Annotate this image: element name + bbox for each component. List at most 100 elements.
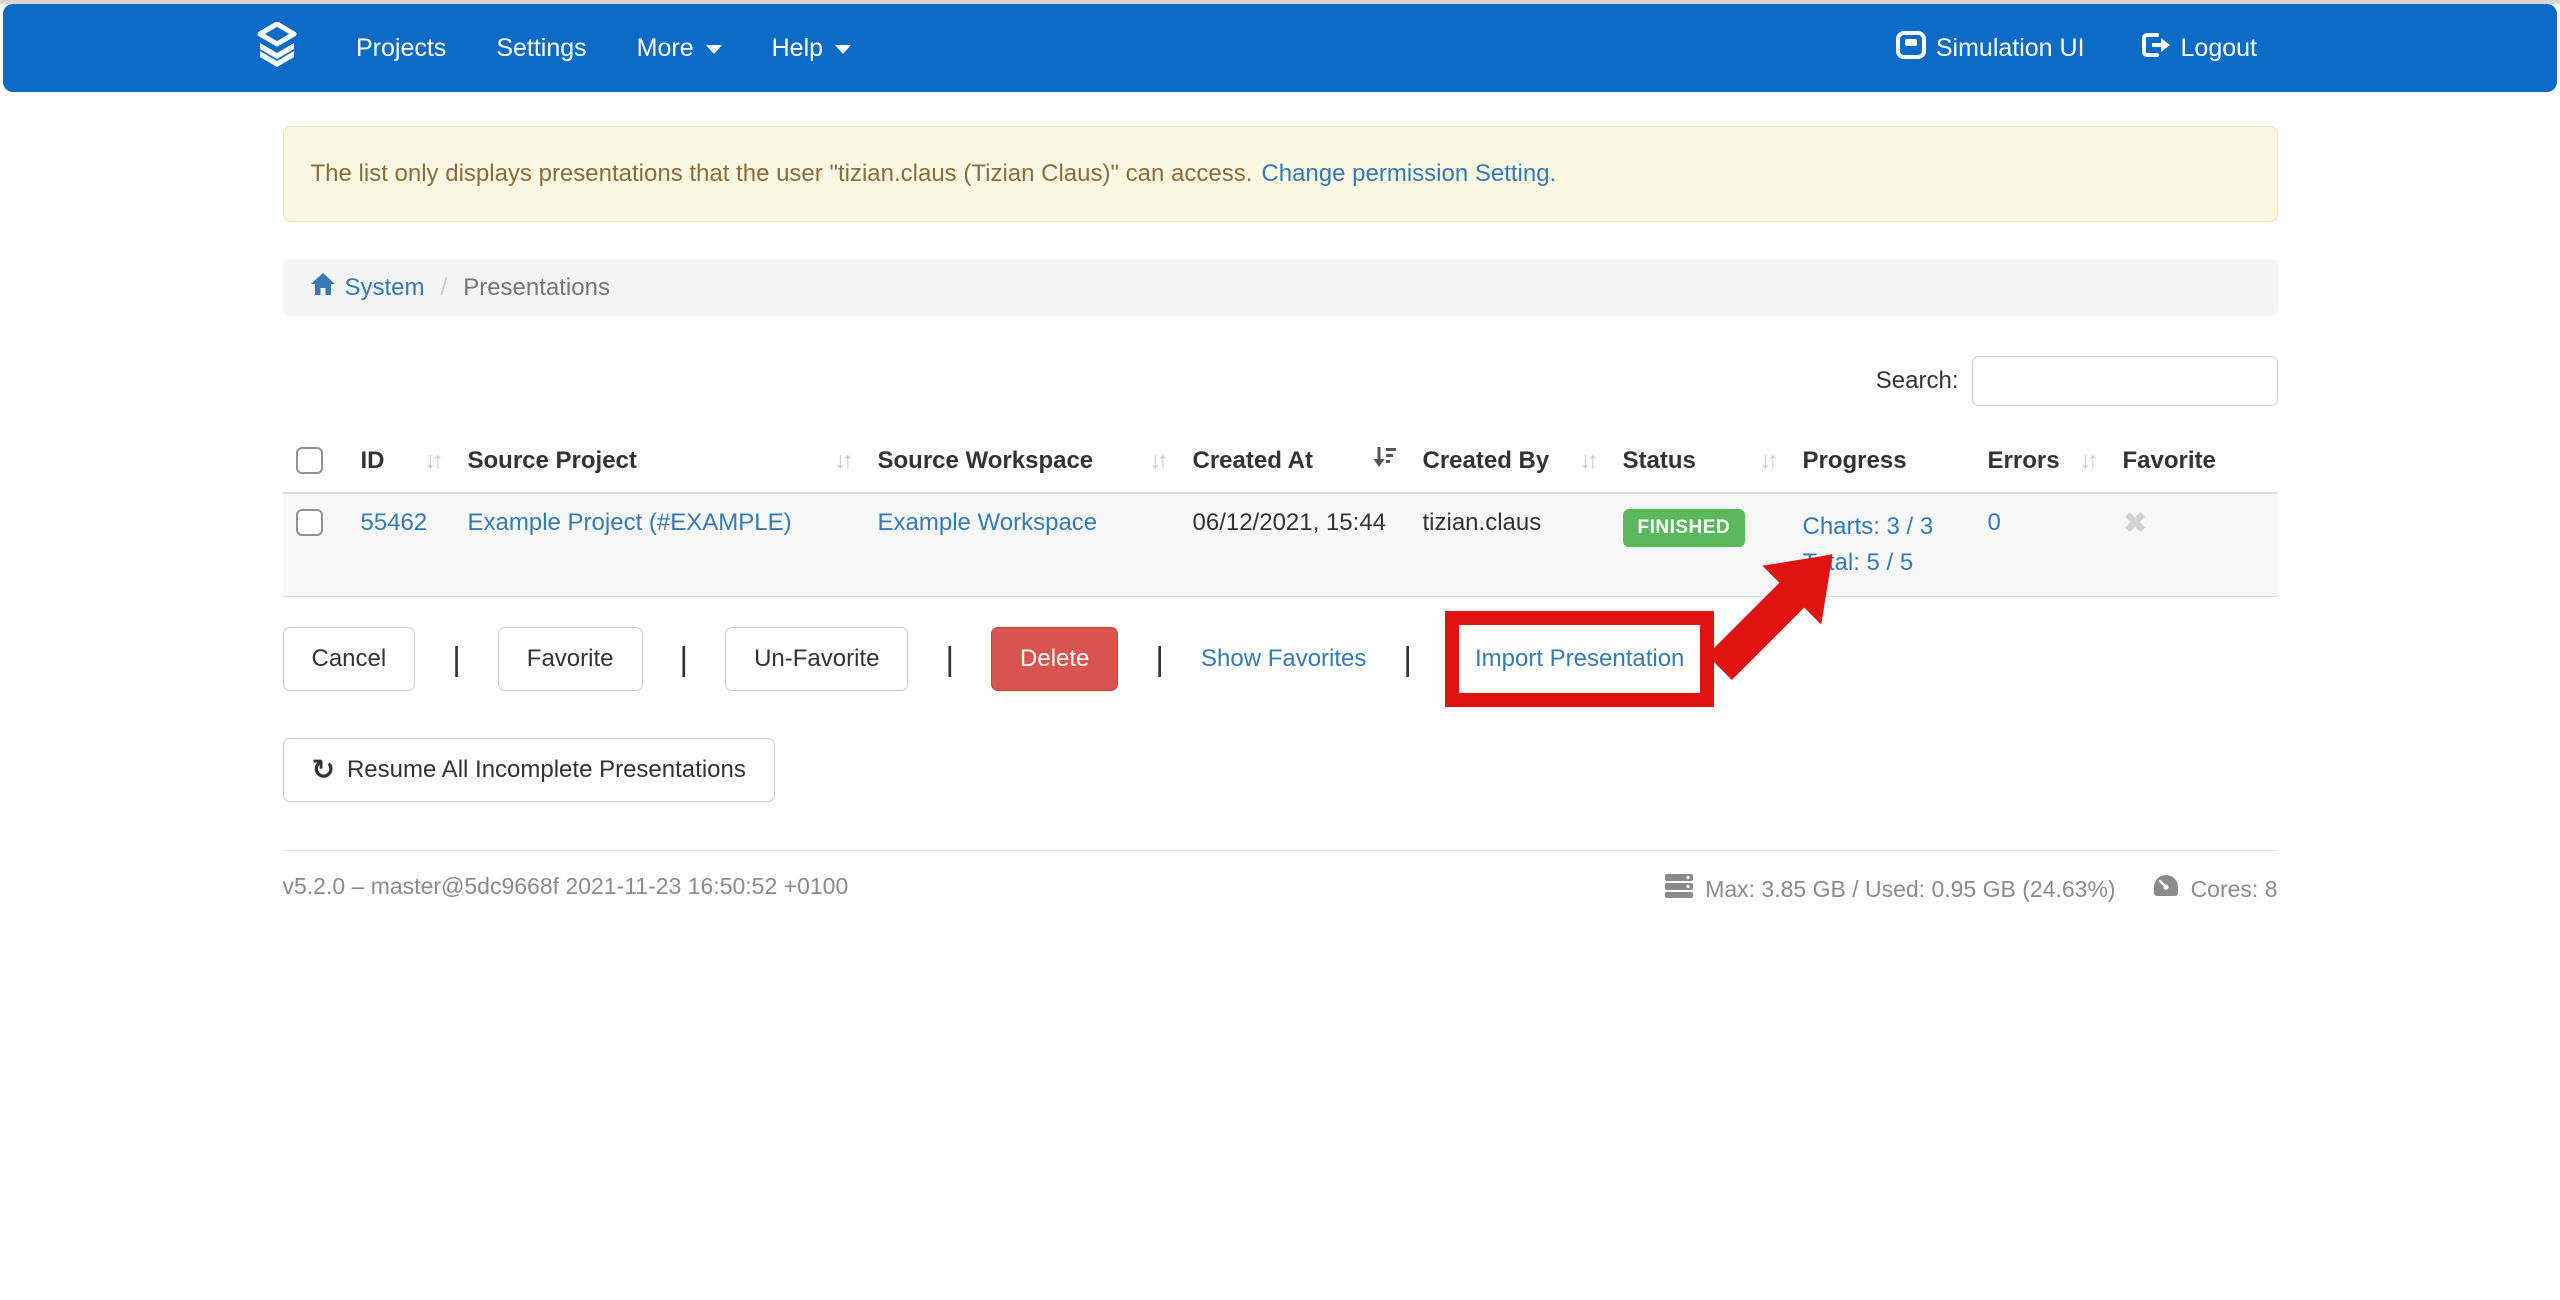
separator: | [680, 640, 689, 678]
table-row: 55462 Example Project (#EXAMPLE) Example… [283, 493, 2278, 597]
search-row: Search: [283, 356, 2278, 406]
sort-both-icon: ↓↑ [2080, 447, 2097, 474]
nav-item-projects[interactable]: Projects [331, 34, 471, 63]
column-header-errors-label: Errors [1988, 447, 2060, 475]
row-created-by-cell: tizian.claus [1410, 493, 1610, 597]
column-header-created-at[interactable]: Created At [1180, 431, 1410, 493]
created-by-value: tizian.claus [1423, 509, 1542, 536]
resume-all-label: Resume All Incomplete Presentations [347, 756, 746, 784]
permission-alert-text: The list only displays presentations tha… [311, 160, 1253, 188]
favorite-button[interactable]: Favorite [498, 627, 643, 691]
sort-both-icon: ↓↑ [835, 447, 852, 474]
column-header-id[interactable]: ID ↓↑ [348, 431, 455, 493]
column-header-id-label: ID [361, 447, 385, 475]
column-header-select-all [283, 431, 348, 493]
nav-item-projects-label: Projects [356, 34, 446, 63]
resume-all-button[interactable]: ↻ Resume All Incomplete Presentations [283, 738, 775, 802]
created-at-value: 06/12/2021, 15:44 [1193, 509, 1387, 536]
nav-item-logout[interactable]: Logout [2141, 31, 2257, 66]
version-text: v5.2.0 – master@5dc9668f 2021-11-23 16:5… [283, 873, 849, 900]
server-memory-icon [1664, 873, 1694, 905]
breadcrumb-separator: / [441, 274, 448, 302]
column-header-created-at-label: Created At [1193, 447, 1313, 475]
nav-item-simulation-ui-label: Simulation UI [1936, 34, 2085, 63]
nav-item-settings[interactable]: Settings [471, 34, 611, 63]
row-select-cell [283, 493, 348, 597]
footer: v5.2.0 – master@5dc9668f 2021-11-23 16:5… [283, 873, 2278, 945]
caret-down-icon [835, 45, 851, 54]
progress-total-link[interactable]: Total: 5 / 5 [1803, 545, 1962, 581]
caret-down-icon [706, 45, 722, 54]
nav-item-help-label: Help [772, 34, 823, 63]
app-window-icon [1896, 31, 1926, 66]
separator: | [1403, 640, 1412, 678]
column-header-created-by-label: Created By [1423, 447, 1550, 475]
nav-item-more[interactable]: More [612, 34, 747, 63]
cores-metric: Cores: 8 [2152, 873, 2278, 905]
favorite-off-icon[interactable]: ✖ [2123, 507, 2148, 540]
progress-charts-link[interactable]: Charts: 3 / 3 [1803, 509, 1962, 545]
column-header-source-workspace-label: Source Workspace [878, 447, 1094, 475]
row-source-workspace-cell: Example Workspace [865, 493, 1180, 597]
row-id-cell: 55462 [348, 493, 455, 597]
navbar-right: Simulation UI Logout [1896, 31, 2557, 66]
nav-item-help[interactable]: Help [747, 34, 876, 63]
delete-button[interactable]: Delete [991, 627, 1118, 691]
row-source-project-cell: Example Project (#EXAMPLE) [455, 493, 865, 597]
app-logo[interactable] [257, 22, 297, 75]
sort-both-icon: ↓↑ [1150, 447, 1167, 474]
permission-alert: The list only displays presentations tha… [283, 126, 2278, 222]
source-project-link[interactable]: Example Project (#EXAMPLE) [468, 509, 792, 536]
errors-count-link[interactable]: 0 [1988, 509, 2001, 536]
search-input[interactable] [1972, 356, 2278, 406]
memory-metric: Max: 3.85 GB / Used: 0.95 GB (24.63%) [1664, 873, 2115, 905]
footer-metrics: Max: 3.85 GB / Used: 0.95 GB (24.63%) Co… [1664, 873, 2277, 905]
logout-icon [2141, 31, 2171, 66]
column-header-source-project-label: Source Project [468, 447, 637, 475]
table-header-row: ID ↓↑ Source Project ↓↑ Source Workspace… [283, 431, 2278, 493]
sort-both-icon: ↓↑ [425, 447, 442, 474]
column-header-source-workspace[interactable]: Source Workspace ↓↑ [865, 431, 1180, 493]
change-permission-link[interactable]: Change permission Setting. [1261, 160, 1556, 188]
actions-toolbar: Cancel | Favorite | Un-Favorite | Delete… [283, 611, 2278, 707]
nav-item-logout-label: Logout [2181, 34, 2257, 63]
column-header-created-by[interactable]: Created By ↓↑ [1410, 431, 1610, 493]
separator: | [1155, 640, 1164, 678]
row-progress-cell: Charts: 3 / 3 Total: 5 / 5 [1790, 493, 1975, 597]
show-favorites-link[interactable]: Show Favorites [1201, 645, 1366, 673]
navbar: Projects Settings More Help Simulation U… [3, 4, 2557, 92]
breadcrumb-current: Presentations [463, 274, 610, 302]
separator: | [452, 640, 461, 678]
cancel-button[interactable]: Cancel [283, 627, 416, 691]
sort-descending-active-icon [1371, 444, 1397, 477]
row-errors-cell: 0 [1975, 493, 2110, 597]
column-header-errors[interactable]: Errors ↓↑ [1975, 431, 2110, 493]
breadcrumb-system-label: System [345, 274, 425, 302]
column-header-status-label: Status [1623, 447, 1696, 475]
row-select-checkbox[interactable] [296, 509, 323, 536]
breadcrumb-system-link[interactable]: System [310, 272, 425, 303]
import-presentation-link[interactable]: Import Presentation [1475, 645, 1684, 672]
column-header-progress: Progress [1790, 431, 1975, 493]
column-header-source-project[interactable]: Source Project ↓↑ [455, 431, 865, 493]
resume-row: ↻ Resume All Incomplete Presentations [283, 738, 2278, 802]
memory-usage-text: Max: 3.85 GB / Used: 0.95 GB (24.63%) [1705, 876, 2115, 903]
layers-logo-icon [257, 22, 297, 75]
breadcrumb: System / Presentations [283, 259, 2278, 316]
unfavorite-button[interactable]: Un-Favorite [725, 627, 908, 691]
sort-both-icon: ↓↑ [1760, 447, 1777, 474]
select-all-checkbox[interactable] [296, 447, 323, 474]
column-header-favorite-label: Favorite [2123, 447, 2216, 475]
presentations-table: ID ↓↑ Source Project ↓↑ Source Workspace… [283, 431, 2278, 597]
column-header-favorite: Favorite [2110, 431, 2278, 493]
nav-item-settings-label: Settings [496, 34, 586, 63]
source-workspace-link[interactable]: Example Workspace [878, 509, 1098, 536]
column-header-status[interactable]: Status ↓↑ [1610, 431, 1790, 493]
status-badge: FINISHED [1623, 509, 1746, 547]
row-created-at-cell: 06/12/2021, 15:44 [1180, 493, 1410, 597]
presentation-id-link[interactable]: 55462 [361, 509, 428, 536]
search-label: Search: [1876, 367, 1959, 395]
nav-item-simulation-ui[interactable]: Simulation UI [1896, 31, 2085, 66]
row-favorite-cell: ✖ [2110, 493, 2278, 597]
home-icon [310, 272, 336, 303]
